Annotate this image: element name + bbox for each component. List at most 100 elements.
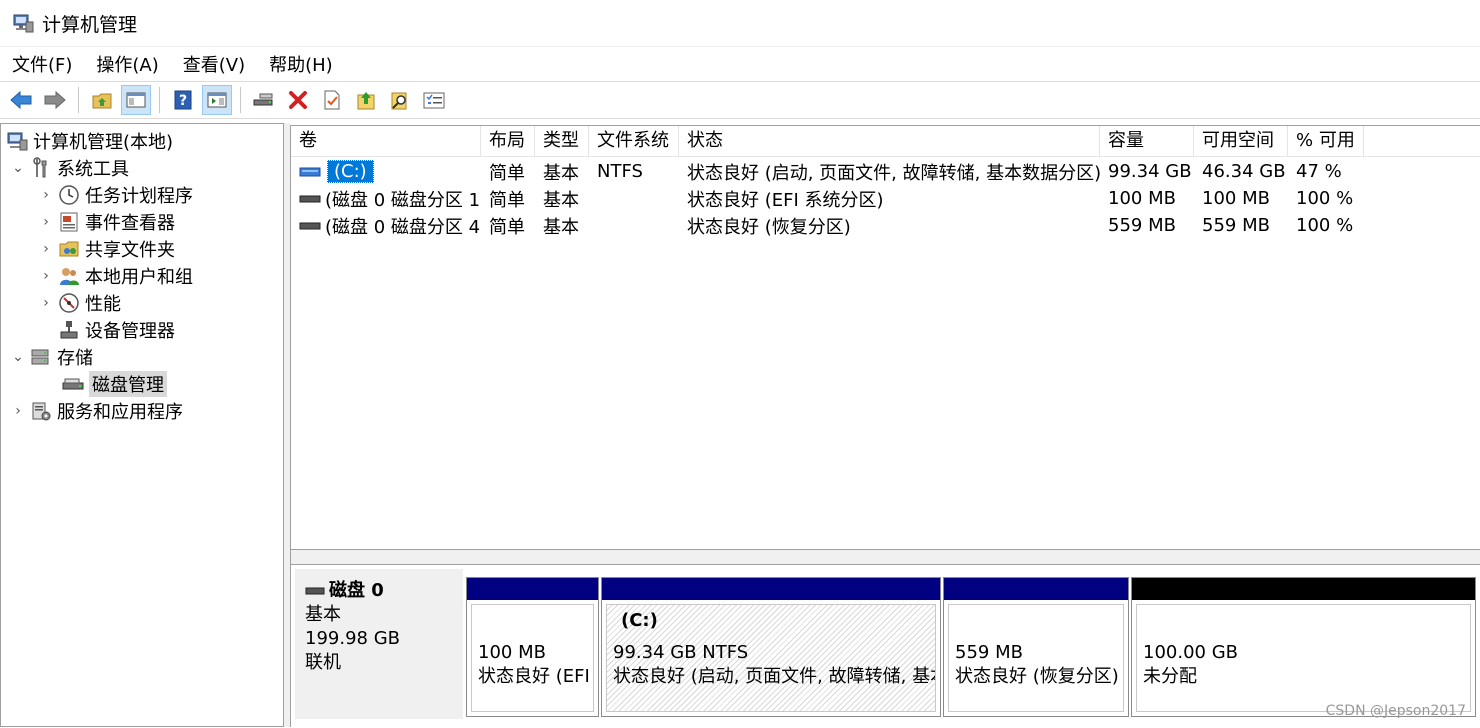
partition-status: 状态良好 (恢复分区) [955, 666, 1119, 687]
disk-size: 199.98 GB [305, 628, 401, 649]
volume-list-header: 卷 布局 类型 文件系统 状态 容量 可用空间 % 可用 [291, 126, 1480, 157]
tree-item-services-apps[interactable]: › 服务和应用程序 [11, 398, 183, 424]
partition-efi[interactable]: 100 MB 状态良好 (EFI 系统分区) [466, 577, 599, 717]
disk-status: 联机 [305, 652, 341, 673]
partition-unallocated[interactable]: 100.00 GB 未分配 [1131, 577, 1476, 717]
volume-row[interactable]: (C:) 简单 基本 NTFS 状态良好 (启动, 页面文件, 故障转储, 基本… [291, 158, 1364, 185]
performance-icon [57, 291, 81, 315]
main-pane: 卷 布局 类型 文件系统 状态 容量 可用空间 % 可用 (C:) 简单 基本 … [290, 125, 1480, 728]
volume-capacity: 559 MB [1108, 215, 1176, 236]
chevron-right-icon[interactable]: › [39, 187, 53, 203]
svg-text:?: ? [179, 93, 187, 109]
tree-item-label: 事件查看器 [85, 213, 175, 234]
search-icon[interactable] [385, 85, 415, 115]
volume-row[interactable]: (磁盘 0 磁盘分区 4) 简单 基本 状态良好 (恢复分区) 559 MB 5… [291, 212, 1364, 239]
tree-item-performance[interactable]: › 性能 [39, 290, 121, 316]
chevron-down-icon[interactable]: ⌄ [11, 349, 25, 365]
partition-c[interactable]: (C:) 99.34 GB NTFS 状态良好 (启动, 页面文件, 故障转储,… [601, 577, 941, 717]
help-icon[interactable]: ? [168, 85, 198, 115]
toolbar-separator [240, 87, 241, 113]
volume-free-space: 559 MB [1202, 215, 1270, 236]
tree-item-task-scheduler[interactable]: › 任务计划程序 [39, 182, 193, 208]
tree-item-label: 性能 [85, 294, 121, 315]
column-header-free-space[interactable]: 可用空间 [1194, 126, 1288, 156]
event-viewer-icon [57, 210, 81, 234]
disk-type: 基本 [305, 604, 341, 625]
services-icon [29, 399, 53, 423]
tree-item-disk-management[interactable]: 磁盘管理 [57, 371, 167, 397]
volume-percent-free: 100 % [1296, 188, 1354, 209]
tree-item-local-users[interactable]: › 本地用户和组 [39, 263, 193, 289]
menu-file[interactable]: 文件(F) [0, 51, 84, 77]
horizontal-splitter[interactable] [291, 549, 1480, 565]
column-header-volume[interactable]: 卷 [291, 126, 481, 156]
disk-icon [305, 585, 325, 597]
column-header-type[interactable]: 类型 [535, 126, 589, 156]
volume-drive-icon [299, 220, 321, 232]
back-arrow-icon[interactable] [6, 85, 36, 115]
delete-icon[interactable] [283, 85, 313, 115]
volume-layout: 简单 [489, 189, 525, 211]
volume-filesystem: NTFS [597, 161, 643, 182]
volume-drive-icon [299, 193, 321, 205]
disk-name: 磁盘 0 [329, 580, 384, 601]
partition-bar [944, 578, 1128, 600]
tree-item-label: 本地用户和组 [85, 267, 193, 288]
tree-item-label: 磁盘管理 [89, 371, 167, 397]
computer-management-icon [5, 129, 29, 153]
tree-item-label: 任务计划程序 [85, 186, 193, 207]
menu-help[interactable]: 帮助(H) [257, 51, 345, 77]
column-header-status[interactable]: 状态 [679, 126, 1100, 156]
chevron-right-icon[interactable]: › [39, 295, 53, 311]
volume-drive-icon [299, 166, 321, 178]
tree-item-event-viewer[interactable]: › 事件查看器 [39, 209, 175, 235]
partition-bar [602, 578, 940, 600]
partition-recovery[interactable]: 559 MB 状态良好 (恢复分区) [943, 577, 1129, 717]
disk-map: 磁盘 0 基本 199.98 GB 联机 100 MB 状态良好 (EFI 系统… [291, 565, 1480, 728]
partition-status: 状态良好 (启动, 页面文件, 故障转储, 基本数据分区) [613, 666, 935, 687]
partition-bar [1132, 578, 1475, 600]
tree-item-device-manager[interactable]: 设备管理器 [53, 317, 175, 343]
tree-item-system-tools[interactable]: ⌄ 系统工具 [11, 155, 129, 181]
tree-item-label: 共享文件夹 [85, 240, 175, 261]
toolbar: ? [0, 81, 1480, 119]
disk-info[interactable]: 磁盘 0 基本 199.98 GB 联机 [295, 569, 463, 719]
volume-percent-free: 47 % [1296, 161, 1342, 182]
volume-capacity: 100 MB [1108, 188, 1176, 209]
export-icon[interactable] [351, 85, 381, 115]
tree-item-root[interactable]: 计算机管理(本地) [5, 128, 173, 154]
column-header-capacity[interactable]: 容量 [1100, 126, 1194, 156]
volume-row[interactable]: (磁盘 0 磁盘分区 1) 简单 基本 状态良好 (EFI 系统分区) 100 … [291, 185, 1364, 212]
column-header-layout[interactable]: 布局 [481, 126, 535, 156]
chevron-down-icon[interactable]: ⌄ [11, 160, 25, 176]
volume-layout: 简单 [489, 216, 525, 238]
chevron-right-icon[interactable]: › [39, 214, 53, 230]
column-header-percent-free[interactable]: % 可用 [1288, 126, 1364, 156]
column-header-filesystem[interactable]: 文件系统 [589, 126, 679, 156]
volume-type: 基本 [543, 216, 579, 238]
up-folder-icon[interactable] [87, 85, 117, 115]
partition-size: 100 MB [478, 642, 546, 663]
connect-drive-icon[interactable] [249, 85, 279, 115]
menu-view[interactable]: 查看(V) [171, 51, 257, 77]
toolbar-separator [78, 87, 79, 113]
volume-status: 状态良好 (恢复分区) [687, 216, 851, 238]
watermark: CSDN @Jepson2017 [1325, 703, 1466, 719]
forward-arrow-icon[interactable] [40, 85, 70, 115]
properties-icon[interactable] [317, 85, 347, 115]
volume-type: 基本 [543, 162, 579, 184]
chevron-right-icon[interactable]: › [11, 403, 25, 419]
disk-management-icon [61, 372, 85, 396]
tree-item-shared-folders[interactable]: › 共享文件夹 [39, 236, 175, 262]
list-icon[interactable] [419, 85, 449, 115]
partition-bar [467, 578, 598, 600]
partition-size: 559 MB [955, 642, 1023, 663]
tree-item-storage[interactable]: ⌄ 存储 [11, 344, 93, 370]
show-hide-tree-icon[interactable] [121, 85, 151, 115]
chevron-right-icon[interactable]: › [39, 268, 53, 284]
chevron-right-icon[interactable]: › [39, 241, 53, 257]
menu-action[interactable]: 操作(A) [84, 51, 170, 77]
show-action-pane-icon[interactable] [202, 85, 232, 115]
volume-status: 状态良好 (EFI 系统分区) [687, 189, 884, 211]
volume-percent-free: 100 % [1296, 215, 1354, 236]
